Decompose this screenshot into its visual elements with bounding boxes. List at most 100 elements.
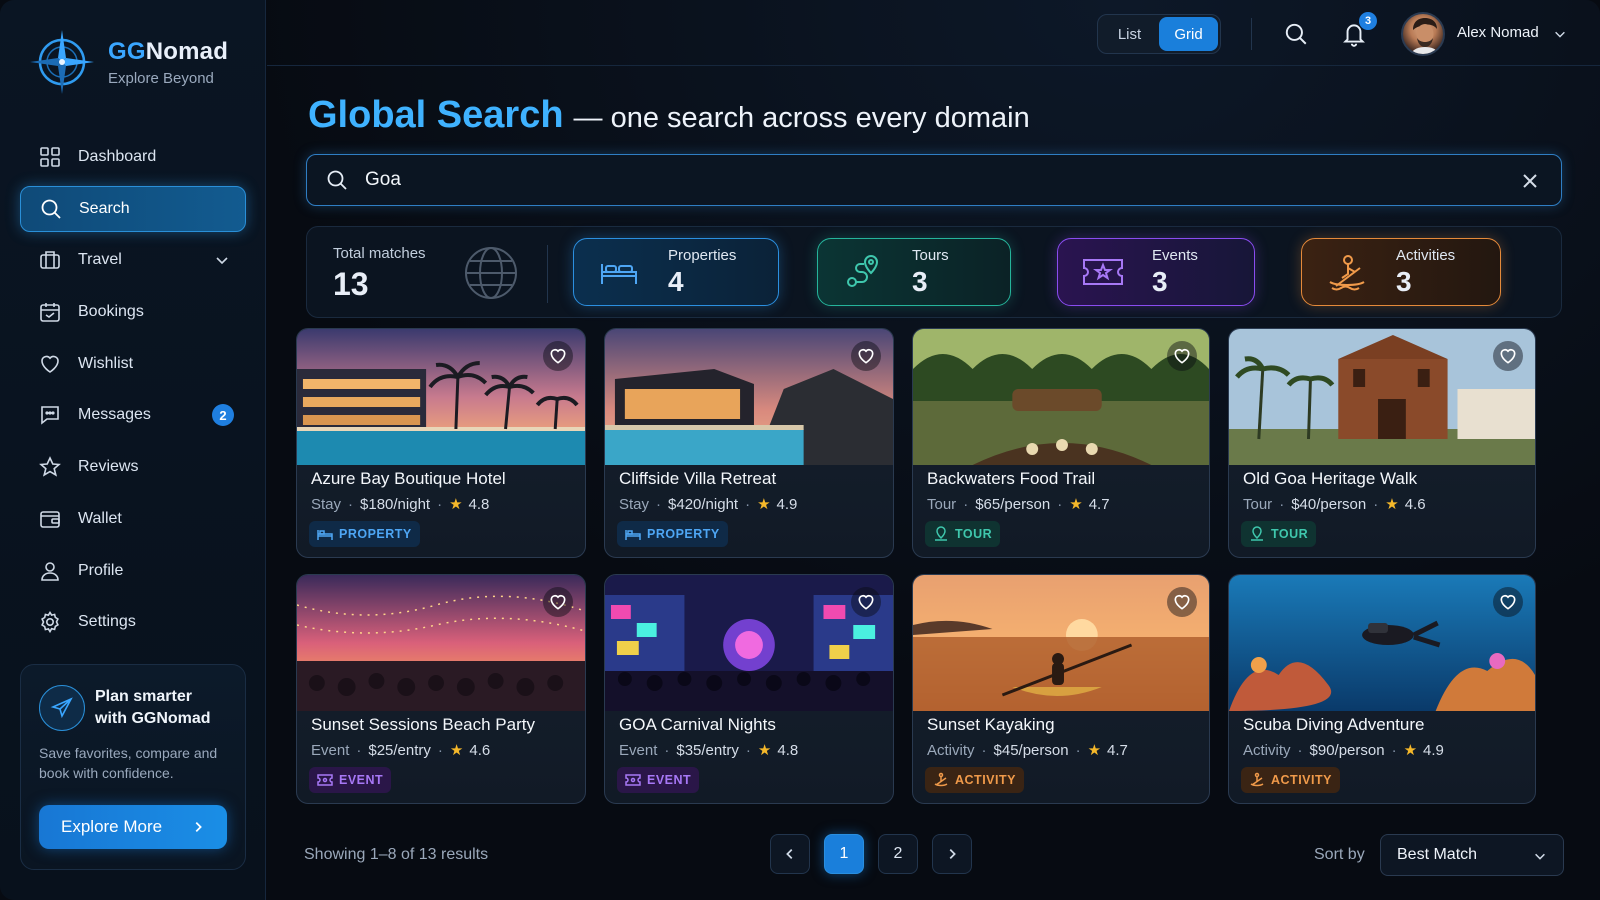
page-1-button[interactable]: 1 xyxy=(824,834,864,874)
bed-icon xyxy=(317,530,333,540)
card-rating: 4.9 xyxy=(776,495,798,513)
user-icon xyxy=(41,561,59,581)
stats-panel: Total matches 13 Properties 4 Tours 3 Ev… xyxy=(306,226,1562,318)
card-meta: Event · $25/entry · ★ 4.6 xyxy=(311,741,491,760)
filter-events[interactable]: Events 3 xyxy=(1057,238,1255,306)
map-pin-icon xyxy=(1251,526,1263,541)
events-count: 3 xyxy=(1152,265,1168,297)
kayak-icon xyxy=(1250,772,1264,787)
view-list-button[interactable]: List xyxy=(1100,17,1159,51)
sidebar-item-bookings[interactable]: Bookings xyxy=(20,289,246,335)
sidebar-item-settings[interactable]: Settings xyxy=(20,599,246,645)
star-icon: ★ xyxy=(1403,742,1418,759)
page-subtitle: — one search across every domain xyxy=(573,102,1030,134)
sidebar-item-wishlist[interactable]: Wishlist xyxy=(20,341,246,387)
activities-count: 3 xyxy=(1396,265,1412,297)
sidebar-item-label: Search xyxy=(79,199,130,217)
result-card[interactable]: Scuba Diving Adventure Activity · $90/pers… xyxy=(1228,574,1536,804)
sidebar: GGNomad Explore Beyond Dashboard Search … xyxy=(0,0,266,900)
avatar[interactable] xyxy=(1401,12,1445,56)
view-toggle: List Grid xyxy=(1097,14,1221,54)
scuba-photo xyxy=(1229,575,1535,711)
filter-properties[interactable]: Properties 4 xyxy=(573,238,779,306)
sidebar-item-messages[interactable]: Messages 2 xyxy=(20,392,246,438)
card-title: Azure Bay Boutique Hotel xyxy=(311,469,506,488)
plane-icon xyxy=(39,685,85,731)
close-icon[interactable] xyxy=(1521,172,1539,190)
explore-more-button[interactable]: Explore More xyxy=(39,805,227,849)
page-2-button[interactable]: 2 xyxy=(878,834,918,874)
view-grid-button[interactable]: Grid xyxy=(1159,17,1218,51)
user-name[interactable]: Alex Nomad xyxy=(1457,24,1539,41)
favorite-heart-icon[interactable] xyxy=(543,587,573,617)
card-meta: Activity · $45/person · ★ 4.7 xyxy=(927,741,1128,760)
result-card[interactable]: Cliffside Villa Retreat Stay · $420/night ·… xyxy=(604,328,894,558)
card-price: $420/night xyxy=(668,495,739,513)
favorite-heart-icon[interactable] xyxy=(1167,341,1197,371)
next-page-button[interactable] xyxy=(932,834,972,874)
favorite-heart-icon[interactable] xyxy=(1493,587,1523,617)
sort-dropdown[interactable]: Best Match xyxy=(1380,834,1564,876)
card-tag: PROPERTY xyxy=(309,521,420,547)
prev-page-button[interactable] xyxy=(770,834,810,874)
total-matches: Total matches 13 xyxy=(333,245,426,303)
filter-tours[interactable]: Tours 3 xyxy=(817,238,1011,306)
beach-party-photo xyxy=(297,575,585,711)
top-bar: List Grid 3 Alex Nomad xyxy=(267,0,1600,66)
heart-icon xyxy=(41,355,59,373)
sidebar-item-label: Dashboard xyxy=(78,148,157,165)
card-tag: ACTIVITY xyxy=(1241,767,1340,793)
bed-icon xyxy=(592,251,646,293)
result-card[interactable]: Old Goa Heritage Walk Tour · $40/person · ★ 4… xyxy=(1228,328,1536,558)
pagination: 1 2 xyxy=(770,834,986,874)
favorite-heart-icon[interactable] xyxy=(1167,587,1197,617)
favorite-heart-icon[interactable] xyxy=(543,341,573,371)
card-price: $25/entry xyxy=(368,741,431,759)
star-icon xyxy=(39,456,61,477)
brand-logo[interactable]: GGNomad Explore Beyond xyxy=(28,26,228,98)
result-card[interactable]: Sunset Kayaking Activity · $45/person · ★ 4.7… xyxy=(912,574,1210,804)
favorite-heart-icon[interactable] xyxy=(1493,341,1523,371)
search-icon[interactable] xyxy=(1283,21,1309,47)
chevron-down-icon[interactable] xyxy=(214,252,230,268)
card-category: Stay xyxy=(311,495,342,513)
card-tag: EVENT xyxy=(309,767,392,793)
sidebar-item-label: Messages xyxy=(78,406,151,424)
chevron-down-icon[interactable] xyxy=(1553,27,1567,41)
suitcase-icon xyxy=(40,251,60,270)
card-price: $35/entry xyxy=(676,741,739,759)
tours-label: Tours xyxy=(912,246,949,264)
sidebar-item-travel[interactable]: Travel xyxy=(20,237,246,283)
search-input[interactable] xyxy=(365,169,1465,191)
sidebar-item-search[interactable]: Search xyxy=(20,185,246,232)
card-rating: 4.7 xyxy=(1107,741,1128,759)
favorite-heart-icon[interactable] xyxy=(851,341,881,371)
compass-logo-icon xyxy=(30,30,94,94)
results-count-text: Showing 1–8 of 13 results xyxy=(304,846,489,863)
card-title: Sunset Sessions Beach Party xyxy=(311,715,535,734)
chat-icon xyxy=(41,406,59,426)
sidebar-item-dashboard[interactable]: Dashboard xyxy=(20,134,246,180)
card-title: Scuba Diving Adventure xyxy=(1243,715,1425,734)
favorite-heart-icon[interactable] xyxy=(851,587,881,617)
sidebar-item-label: Profile xyxy=(78,561,124,579)
filter-activities[interactable]: Activities 3 xyxy=(1301,238,1501,306)
chevron-right-icon xyxy=(949,849,956,859)
result-card[interactable]: Azure Bay Boutique Hotel Stay · $180/night… xyxy=(296,328,586,558)
sidebar-item-wallet[interactable]: Wallet xyxy=(20,496,246,542)
star-icon: ★ xyxy=(449,742,464,759)
sidebar-item-label: Travel xyxy=(78,251,122,269)
star-icon: ★ xyxy=(757,742,772,759)
card-rating: 4.6 xyxy=(1404,495,1426,513)
sidebar-item-reviews[interactable]: Reviews xyxy=(20,444,246,490)
card-rating: 4.8 xyxy=(468,495,490,513)
card-rating: 4.7 xyxy=(1088,495,1110,513)
result-card[interactable]: Sunset Sessions Beach Party Event · $25/en… xyxy=(296,574,586,804)
total-matches-value: 13 xyxy=(333,266,369,302)
card-meta: Tour · $40/person · ★ 4.6 xyxy=(1243,495,1426,514)
result-card[interactable]: GOA Carnival Nights Event · $35/entry · ★ 4.8… xyxy=(604,574,894,804)
result-card[interactable]: Backwaters Food Trail Tour · $65/person · ★ 4… xyxy=(912,328,1210,558)
page-title: Global Search — one search across every d… xyxy=(308,94,1030,136)
card-category: Stay xyxy=(619,495,650,513)
sidebar-item-profile[interactable]: Profile xyxy=(20,548,246,594)
